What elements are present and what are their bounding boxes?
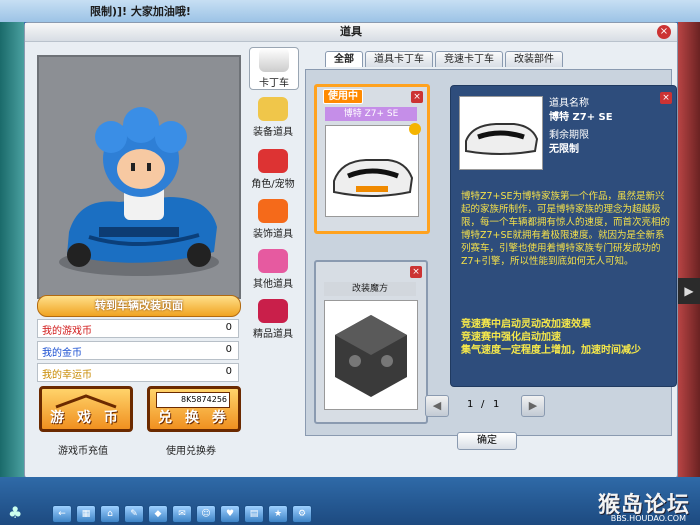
tool-icon[interactable]: ✎ — [124, 505, 144, 523]
top-banner: 限制)]! 大家加油哦! — [0, 0, 700, 22]
currency-label: 我的游戏币 — [42, 326, 92, 337]
character-pet-icon — [258, 149, 288, 173]
mod-cube-thumbnail — [324, 300, 418, 410]
button-label: 兑 换 券 — [158, 410, 230, 426]
pagination: ◀ 1 / 1 ▶ — [425, 395, 545, 419]
start-icon[interactable]: ♣ — [8, 503, 36, 523]
settings-icon[interactable]: ⚙ — [292, 505, 312, 523]
category-label: 其他道具 — [253, 279, 293, 290]
game-coin-recharge-button[interactable]: 游 戏 币 — [39, 386, 133, 432]
home-icon[interactable]: ⌂ — [100, 505, 120, 523]
remove-item-button[interactable]: × — [410, 266, 422, 278]
character-kart-image — [59, 107, 219, 276]
currency-label: 我的幸运币 — [42, 370, 92, 381]
book-icon[interactable]: ▤ — [244, 505, 264, 523]
detail-name-label: 道具名称 — [549, 98, 589, 109]
marquee-text: 限制)]! 大家加油哦! — [90, 5, 191, 18]
category-decoration[interactable]: 装饰道具 — [249, 199, 297, 240]
category-label: 装饰道具 — [253, 229, 293, 240]
dialog-close-button[interactable]: × — [657, 25, 671, 39]
item-detail-panel: 道具名称 博特 Z7+ SE 剩余期限 无限制 × 博特Z7+SE为博特家族第一… — [450, 85, 677, 387]
category-equipment[interactable]: 装备道具 — [249, 97, 297, 138]
car-icon — [333, 159, 414, 197]
back-icon[interactable]: ← — [52, 505, 72, 523]
item-name: 博特 Z7+ SE — [325, 107, 417, 121]
detail-expire-label: 剩余期限 — [549, 130, 589, 141]
category-label: 角色/宠物 — [251, 179, 295, 190]
page-separator: / — [481, 399, 485, 410]
dialog-title: 道具 — [25, 23, 677, 42]
redeem-coupon-button[interactable]: 8K5874256 兑 换 券 — [147, 386, 241, 432]
category-label: 卡丁车 — [259, 78, 289, 89]
background-left — [0, 22, 24, 477]
gold-coin-row: 我的金币 0 — [37, 341, 239, 360]
tab-racing-kart[interactable]: 竞速卡丁车 — [435, 51, 503, 67]
side-expand-arrow[interactable]: ▶ — [678, 278, 700, 304]
switch-to-kart-mod-button[interactable]: 转到车辆改装页面 — [37, 295, 241, 317]
confirm-button[interactable]: 确定 — [457, 432, 517, 450]
heart-icon[interactable]: ♥ — [220, 505, 240, 523]
toolbar-icons: ← ▦ ⌂ ✎ ◆ ✉ ☺ ♥ ▤ ★ ⚙ — [52, 505, 312, 523]
detail-expire-value: 无限制 — [549, 144, 579, 155]
item-card-mod-cube[interactable]: × 改装魔方 — [314, 260, 428, 424]
character-preview — [37, 55, 241, 299]
category-other[interactable]: 其他道具 — [249, 249, 297, 290]
tab-all[interactable]: 全部 — [325, 51, 363, 67]
background-right — [678, 22, 700, 477]
category-character-pet[interactable]: 角色/宠物 — [249, 149, 297, 190]
detail-close-button[interactable]: × — [660, 92, 672, 104]
tab-mod-parts[interactable]: 改装部件 — [505, 51, 563, 67]
item-tabs: 全部 道具卡丁车 竞速卡丁车 改装部件 — [325, 51, 563, 67]
item-dialog: 道具 × 转到车辆改装页面 我的游戏币 0 我的金币 0 我的幸运币 0 游 戏… — [24, 22, 678, 479]
tab-item-kart[interactable]: 道具卡丁车 — [365, 51, 433, 67]
item-card-kart[interactable]: 使用中 × 博特 Z7+ SE — [314, 84, 430, 234]
shop-icon[interactable]: ▦ — [76, 505, 96, 523]
next-page-button[interactable]: ▶ — [521, 395, 545, 417]
barcode-icon: 8K5874256 — [156, 392, 230, 408]
prev-page-button[interactable]: ◀ — [425, 395, 449, 417]
group-icon[interactable]: ☺ — [196, 505, 216, 523]
currency-value: 0 — [225, 322, 232, 333]
redeem-caption: 使用兑换券 — [166, 446, 216, 457]
currency-value: 0 — [225, 366, 232, 377]
currency-value: 0 — [225, 344, 232, 355]
cube-icon — [335, 315, 407, 397]
star-icon[interactable]: ★ — [268, 505, 288, 523]
category-label: 装备道具 — [253, 127, 293, 138]
lock-icon — [409, 123, 421, 135]
item-name: 改装魔方 — [324, 282, 416, 296]
detail-description: 博特Z7+SE为博特家族第一个作品，虽然是新兴起的家族所制作，可是博特家族的理念… — [461, 191, 671, 267]
car-icon — [465, 123, 539, 155]
game-coin-row: 我的游戏币 0 — [37, 319, 239, 338]
button-label: 游 戏 币 — [50, 410, 122, 426]
feature-item: 竞速赛中启动灵动改加速效果 — [461, 319, 591, 330]
lucky-coin-row: 我的幸运币 0 — [37, 363, 239, 382]
detail-name-value: 博特 Z7+ SE — [549, 112, 613, 123]
detail-thumbnail — [459, 96, 543, 170]
currency-label: 我的金币 — [42, 348, 82, 359]
remove-item-button[interactable]: × — [411, 91, 423, 103]
watermark-url: BBS.HOUDAO.COM — [610, 514, 686, 523]
kart-thumbnail — [325, 125, 419, 217]
feature-item: 集气速度一定程度上增加，加速时间减少 — [461, 345, 641, 356]
mail-icon[interactable]: ✉ — [172, 505, 192, 523]
in-use-badge: 使用中 — [323, 89, 363, 104]
category-label: 精品道具 — [253, 329, 293, 340]
category-premium[interactable]: 精品道具 — [249, 299, 297, 340]
feature-item: 竞速赛中强化启动加速 — [461, 332, 561, 343]
gem-icon — [258, 299, 288, 323]
page-total: 1 — [493, 399, 500, 410]
recharge-caption: 游戏币充值 — [58, 446, 108, 457]
kart-icon — [259, 48, 289, 72]
category-kart[interactable]: 卡丁车 — [249, 47, 299, 90]
page-current: 1 — [467, 399, 474, 410]
decoration-icon — [258, 199, 288, 223]
equipment-icon — [258, 97, 288, 121]
detail-features: 竞速赛中启动灵动改加速效果 竞速赛中强化启动加速 集气速度一定程度上增加，加速时… — [461, 318, 671, 357]
gift-box-icon — [258, 249, 288, 273]
kart-icon[interactable]: ◆ — [148, 505, 168, 523]
